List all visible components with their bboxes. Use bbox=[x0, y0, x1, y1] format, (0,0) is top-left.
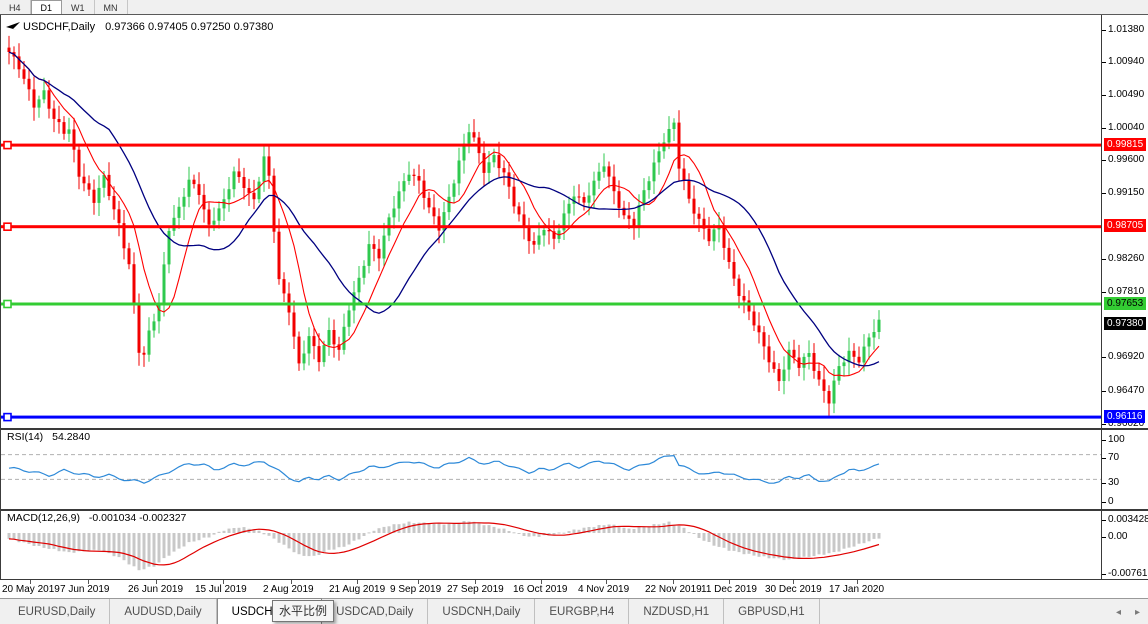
axis-tick bbox=[1102, 95, 1106, 96]
hline-price-badge: 0.98705 bbox=[1104, 219, 1147, 232]
axis-tick-label: -0.007615 bbox=[1108, 568, 1148, 579]
main-chart-panel[interactable]: USDCHF,Daily 0.97366 0.97405 0.97250 0.97… bbox=[1, 16, 1101, 428]
macd-axis: 0.003428 0.00 -0.007615 bbox=[1102, 511, 1148, 579]
chart-title: USDCHF,Daily 0.97366 0.97405 0.97250 0.97… bbox=[23, 21, 273, 33]
axis-tick bbox=[1102, 292, 1106, 293]
hline-price-badge: 0.97653 bbox=[1104, 297, 1147, 310]
panel-separator[interactable] bbox=[1, 509, 1148, 511]
axis-tick-label: 0.99600 bbox=[1108, 154, 1145, 165]
axis-tick-label: 0.97810 bbox=[1108, 286, 1145, 297]
candlestick-chart[interactable] bbox=[1, 16, 1101, 428]
macd-values: -0.001034 -0.002327 bbox=[88, 512, 187, 524]
date-label: 17 Jan 2020 bbox=[829, 584, 885, 595]
date-label: 30 Dec 2019 bbox=[765, 584, 822, 595]
axis-tick bbox=[1102, 30, 1106, 31]
date-label: 15 Jul 2019 bbox=[195, 584, 247, 595]
axis-tick-label: 1.00040 bbox=[1108, 122, 1145, 133]
macd-label: MACD(12,26,9) bbox=[7, 512, 80, 524]
tab-scroll-controls: ◂ ▸ bbox=[1116, 599, 1140, 624]
price-axis: 1.01380 1.00940 1.00490 1.00040 0.99600 0.991… bbox=[1102, 16, 1148, 428]
date-label: 7 Jun 2019 bbox=[60, 584, 110, 595]
tab-nzdusd-h1[interactable]: NZDUSD,H1 bbox=[629, 599, 725, 624]
axis-tick bbox=[1102, 259, 1106, 260]
axis-tick bbox=[1102, 424, 1106, 425]
date-label: 4 Nov 2019 bbox=[578, 584, 630, 595]
rsi-chart[interactable] bbox=[1, 428, 1101, 509]
axis-tick bbox=[1102, 128, 1106, 129]
hline-price-badge: 0.99815 bbox=[1104, 138, 1147, 151]
axis-tick bbox=[1102, 574, 1106, 575]
date-label: 16 Oct 2019 bbox=[513, 584, 568, 595]
axis-tick-label: 1.00940 bbox=[1108, 56, 1145, 67]
rsi-panel[interactable]: RSI(14) 54.2840 bbox=[1, 428, 1101, 509]
tab-d1[interactable]: D1 bbox=[30, 0, 63, 14]
tab-mn[interactable]: MN bbox=[95, 0, 128, 14]
axis-tick bbox=[1102, 357, 1106, 358]
scroll-left-icon[interactable]: ◂ bbox=[1116, 607, 1121, 618]
horizontal-scale-tooltip: 水平比例 bbox=[272, 600, 335, 622]
date-label: 20 May 2019 bbox=[2, 584, 60, 595]
axis-tick-label: 70 bbox=[1108, 452, 1120, 463]
tab-gbpusd-h1[interactable]: GBPUSD,H1 bbox=[724, 599, 820, 624]
axis-tick bbox=[1102, 458, 1106, 459]
date-label: 27 Sep 2019 bbox=[447, 584, 504, 595]
tab-w1[interactable]: W1 bbox=[62, 0, 95, 14]
date-label: 9 Sep 2019 bbox=[390, 584, 442, 595]
tab-audusd-daily[interactable]: AUDUSD,Daily bbox=[110, 599, 217, 624]
axis-tick bbox=[1102, 537, 1106, 538]
mt4-chart-window: H4 D1 W1 MN USDCHF,Daily 0.97366 0.97405 … bbox=[0, 0, 1148, 624]
axis-tick-label: 100 bbox=[1108, 434, 1125, 445]
date-label: 11 Dec 2019 bbox=[701, 584, 757, 595]
axis-tick-label: 0.96470 bbox=[1108, 385, 1145, 396]
axis-tick-label: 0.96920 bbox=[1108, 351, 1145, 362]
axis-tick-label: 1.00490 bbox=[1108, 89, 1145, 100]
rsi-label: RSI(14) bbox=[7, 431, 44, 443]
axis-tick bbox=[1102, 440, 1106, 441]
date-axis[interactable]: 20 May 2019 7 Jun 2019 26 Jun 2019 15 Jul 2… bbox=[0, 579, 1148, 598]
rsi-axis: 100 70 30 0 bbox=[1102, 430, 1148, 509]
tab-usdcad-daily[interactable]: USDCAD,Daily bbox=[322, 599, 429, 624]
scroll-right-icon[interactable]: ▸ bbox=[1135, 607, 1140, 618]
axis-tick-label: 1.01380 bbox=[1108, 24, 1145, 35]
symbol-tab-bar: EURUSD,Daily AUDUSD,Daily USDCHF,Daily U… bbox=[0, 597, 1148, 624]
axis-tick-label: 0.003428 bbox=[1108, 514, 1148, 525]
date-label: 2 Aug 2019 bbox=[263, 584, 314, 595]
chart-ohlc-values: 0.97366 0.97405 0.97250 0.97380 bbox=[105, 21, 274, 33]
tab-eurgbp-h4[interactable]: EURGBP,H4 bbox=[535, 599, 630, 624]
tab-h4[interactable]: H4 bbox=[0, 0, 31, 14]
axis-tick-label: 0.98260 bbox=[1108, 253, 1145, 264]
macd-panel[interactable]: MACD(12,26,9) -0.001034 -0.002327 bbox=[1, 509, 1101, 579]
timeframe-bar: H4 D1 W1 MN bbox=[0, 0, 1148, 15]
axis-tick bbox=[1102, 483, 1106, 484]
axis-tick bbox=[1102, 193, 1106, 194]
tab-usdcnh-daily[interactable]: USDCNH,Daily bbox=[428, 599, 536, 624]
axis-tick bbox=[1102, 160, 1106, 161]
rsi-header: RSI(14) 54.2840 bbox=[7, 431, 90, 443]
date-label: 22 Nov 2019 bbox=[645, 584, 702, 595]
chart-symbol-period: USDCHF,Daily bbox=[23, 21, 96, 33]
chart-arrow-icon bbox=[6, 22, 20, 30]
date-label: 21 Aug 2019 bbox=[329, 584, 386, 595]
current-price-badge: 0.97380 bbox=[1104, 317, 1147, 330]
macd-header: MACD(12,26,9) -0.001034 -0.002327 bbox=[7, 512, 186, 524]
axis-tick-label: 0.99150 bbox=[1108, 187, 1145, 198]
axis-tick bbox=[1102, 62, 1106, 63]
rsi-value: 54.2840 bbox=[52, 431, 91, 443]
panel-separator[interactable] bbox=[1, 428, 1148, 430]
axis-tick bbox=[1102, 391, 1106, 392]
axis-tick-label: 0 bbox=[1108, 496, 1114, 507]
tab-eurusd-daily[interactable]: EURUSD,Daily bbox=[4, 599, 111, 624]
hline-price-badge: 0.96116 bbox=[1104, 410, 1146, 423]
chart-panels: USDCHF,Daily 0.97366 0.97405 0.97250 0.97… bbox=[0, 15, 1148, 579]
date-label: 26 Jun 2019 bbox=[128, 584, 184, 595]
axis-tick bbox=[1102, 502, 1106, 503]
axis-tick-label: 30 bbox=[1108, 477, 1120, 488]
axis-tick bbox=[1102, 520, 1106, 521]
axis-tick-label: 0.00 bbox=[1108, 531, 1128, 542]
